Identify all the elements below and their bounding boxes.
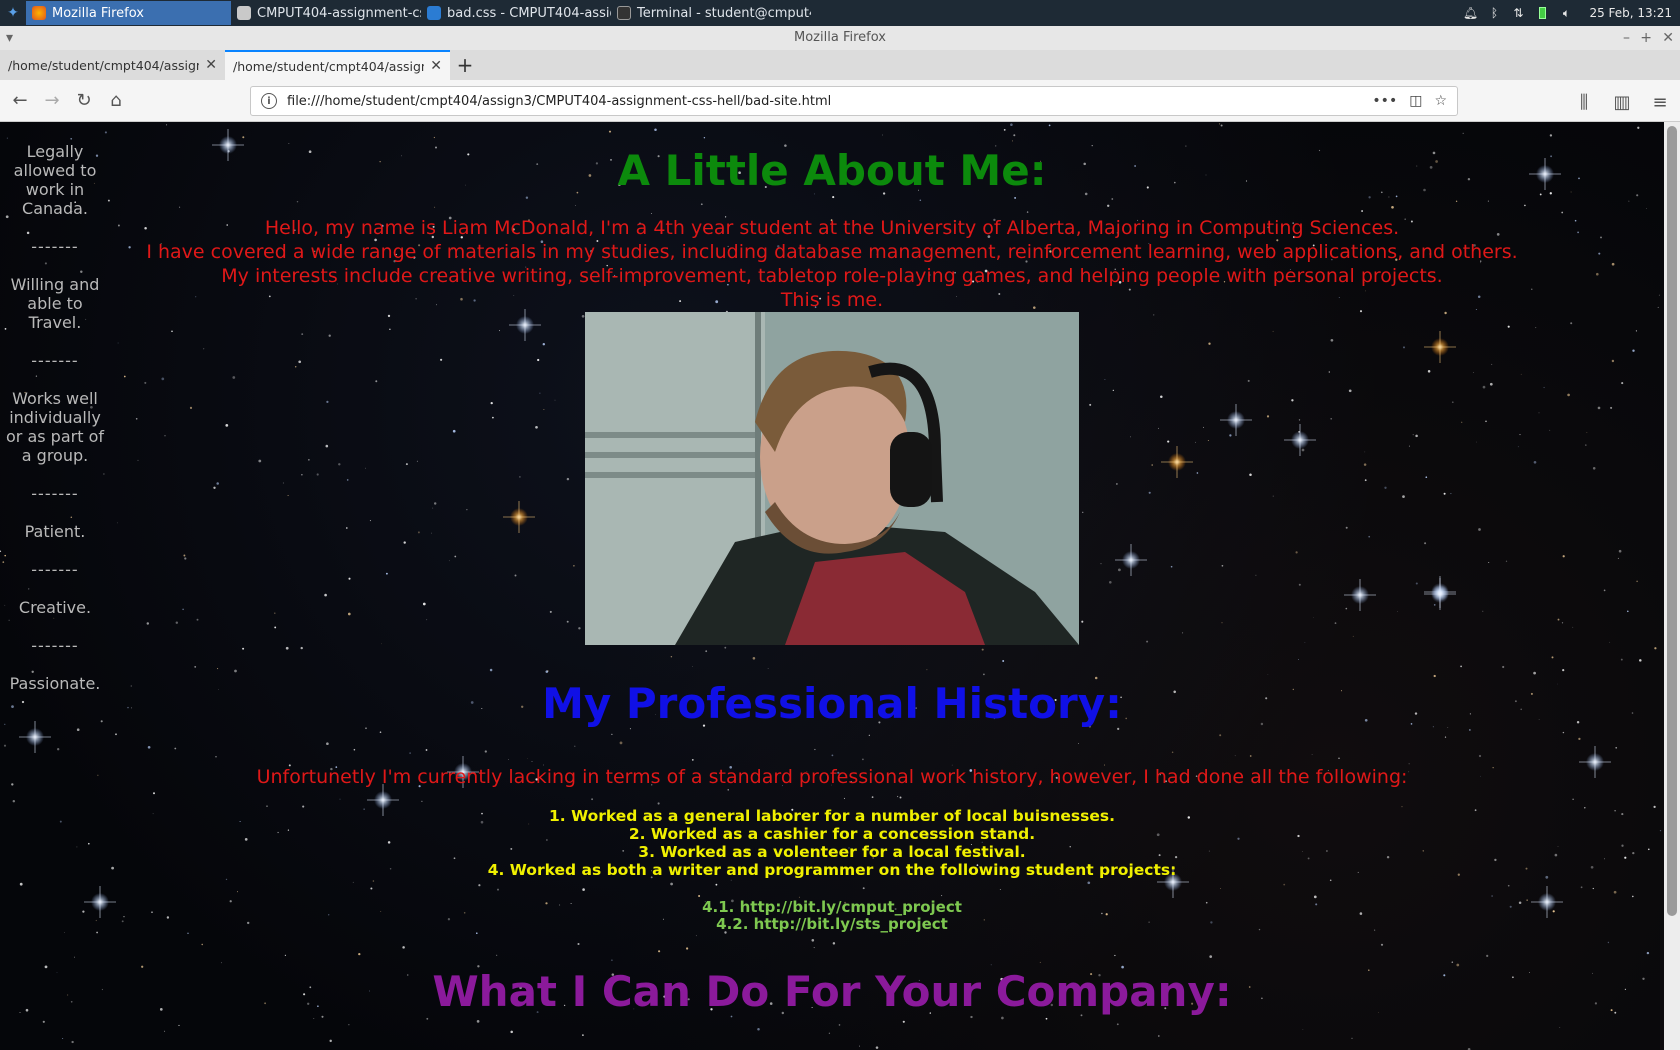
list-item: 2. Worked as a cashier for a concession …: [628, 825, 1036, 843]
close-tab-icon[interactable]: ✕: [430, 58, 442, 74]
intro-line: This is me.: [780, 289, 884, 311]
window-titlebar: ▾ Mozilla Firefox – + ✕: [0, 26, 1680, 50]
task-file-manager[interactable]: CMPUT404-assignment-css-...: [231, 1, 421, 25]
list-item: 3. Worked as a volenteer for a local fes…: [638, 843, 1026, 861]
intro-line: I have covered a wide range of materials…: [146, 241, 1518, 287]
list-item: 1. Worked as a general laborer for a num…: [549, 807, 1115, 825]
profile-photo: [585, 312, 1079, 645]
main-content: A Little About Me: Hello, my name is Lia…: [130, 122, 1534, 1017]
pocket-icon[interactable]: ◫: [1409, 93, 1422, 109]
task-terminal[interactable]: Terminal - student@cmput40...: [611, 1, 811, 25]
network-icon[interactable]: ⇅: [1511, 6, 1525, 20]
trait-item: Willing and able to Travel.: [10, 275, 100, 332]
vscode-icon: [427, 6, 441, 20]
forward-icon[interactable]: →: [36, 85, 68, 117]
url-text[interactable]: file:///home/student/cmpt404/assign3/CMP…: [287, 94, 831, 109]
reload-icon[interactable]: ↻: [68, 85, 100, 117]
notification-bell-icon[interactable]: 🔔︎: [1463, 6, 1478, 20]
project-link[interactable]: 4.2. http://bit.ly/sts_project: [130, 916, 1534, 933]
terminal-icon: [617, 6, 631, 20]
minimize-icon[interactable]: –: [1623, 26, 1630, 50]
trait-separator: -------: [31, 560, 79, 579]
firefox-icon: [32, 6, 46, 20]
tab-1[interactable]: /home/student/cmpt404/assign3/ ✕: [0, 50, 225, 80]
new-tab-button[interactable]: +: [450, 50, 480, 80]
task-label: Mozilla Firefox: [52, 5, 144, 21]
project-link[interactable]: 4.1. http://bit.ly/cmput_project: [130, 899, 1534, 916]
bluetooth-icon[interactable]: ᛒ: [1487, 6, 1501, 20]
intro-paragraph: Hello, my name is Liam McDonald, I'm a 4…: [130, 216, 1534, 312]
battery-icon[interactable]: [1535, 6, 1549, 20]
hamburger-menu-icon[interactable]: ≡: [1648, 86, 1672, 118]
page-viewport: Legally allowed to work in Canada. -----…: [0, 122, 1664, 1050]
os-taskbar: ✦ Mozilla Firefox CMPUT404-assignment-cs…: [0, 0, 1680, 26]
page-actions-icon[interactable]: •••: [1372, 93, 1397, 109]
history-heading: My Professional History:: [542, 679, 1122, 728]
close-tab-icon[interactable]: ✕: [205, 57, 217, 73]
jobs-list: 1. Worked as a general laborer for a num…: [130, 807, 1534, 879]
task-label: CMPUT404-assignment-css-...: [257, 5, 421, 21]
sidebar-toggle-icon[interactable]: ▥: [1610, 86, 1634, 118]
window-menu-icon[interactable]: ▾: [6, 26, 13, 50]
library-icon[interactable]: ⫼: [1572, 86, 1596, 118]
trait-item: Patient.: [24, 522, 86, 541]
company-heading: What I Can Do For Your Company:: [432, 967, 1232, 1016]
task-label: bad.css - CMPUT404-assign...: [447, 5, 611, 21]
close-window-icon[interactable]: ✕: [1662, 26, 1674, 50]
folder-icon: [237, 6, 251, 20]
maximize-icon[interactable]: +: [1640, 26, 1652, 50]
window-title: Mozilla Firefox: [794, 30, 886, 45]
bookmark-star-icon[interactable]: ☆: [1434, 93, 1447, 109]
back-icon[interactable]: ←: [4, 85, 36, 117]
about-heading: A Little About Me:: [617, 146, 1047, 195]
intro-line: Hello, my name is Liam McDonald, I'm a 4…: [264, 217, 1400, 239]
task-label: Terminal - student@cmput40...: [637, 5, 811, 21]
trait-item: Works well individually or as part of a …: [6, 389, 104, 465]
trait-item: Creative.: [18, 598, 92, 617]
tab-strip: /home/student/cmpt404/assign3/ ✕ /home/s…: [0, 50, 1680, 80]
task-firefox[interactable]: Mozilla Firefox: [26, 1, 231, 25]
trait-item: Legally allowed to work in Canada.: [13, 142, 97, 218]
trait-separator: -------: [31, 636, 79, 655]
trait-item: Passionate.: [9, 674, 101, 693]
app-menu-icon[interactable]: ✦: [0, 0, 26, 26]
history-intro: Unfortunetly I'm currently lacking in te…: [256, 766, 1408, 788]
volume-icon[interactable]: 🔈︎: [1559, 6, 1573, 20]
url-bar[interactable]: i file:///home/student/cmpt404/assign3/C…: [250, 86, 1458, 116]
traits-sidebar: Legally allowed to work in Canada. -----…: [0, 142, 110, 712]
page-scrollbar[interactable]: [1664, 122, 1680, 1050]
trait-separator: -------: [31, 484, 79, 503]
projects-list: 4.1. http://bit.ly/cmput_project 4.2. ht…: [130, 899, 1534, 933]
trait-separator: -------: [31, 237, 79, 256]
tab-label: /home/student/cmpt404/assign3/: [8, 57, 200, 73]
clock[interactable]: 25 Feb, 13:21: [1589, 6, 1672, 20]
trait-separator: -------: [31, 351, 79, 370]
navigation-bar: ← → ↻ ⌂ i file:///home/student/cmpt404/a…: [0, 80, 1680, 122]
list-item: 4. Worked as both a writer and programme…: [487, 861, 1177, 879]
tab-label: /home/student/cmpt404/assign3/: [233, 58, 425, 74]
site-info-icon[interactable]: i: [261, 93, 277, 109]
tab-2[interactable]: /home/student/cmpt404/assign3/ ✕: [225, 50, 450, 80]
home-icon[interactable]: ⌂: [100, 85, 132, 117]
scrollbar-thumb[interactable]: [1667, 126, 1677, 916]
task-vscode[interactable]: bad.css - CMPUT404-assign...: [421, 1, 611, 25]
